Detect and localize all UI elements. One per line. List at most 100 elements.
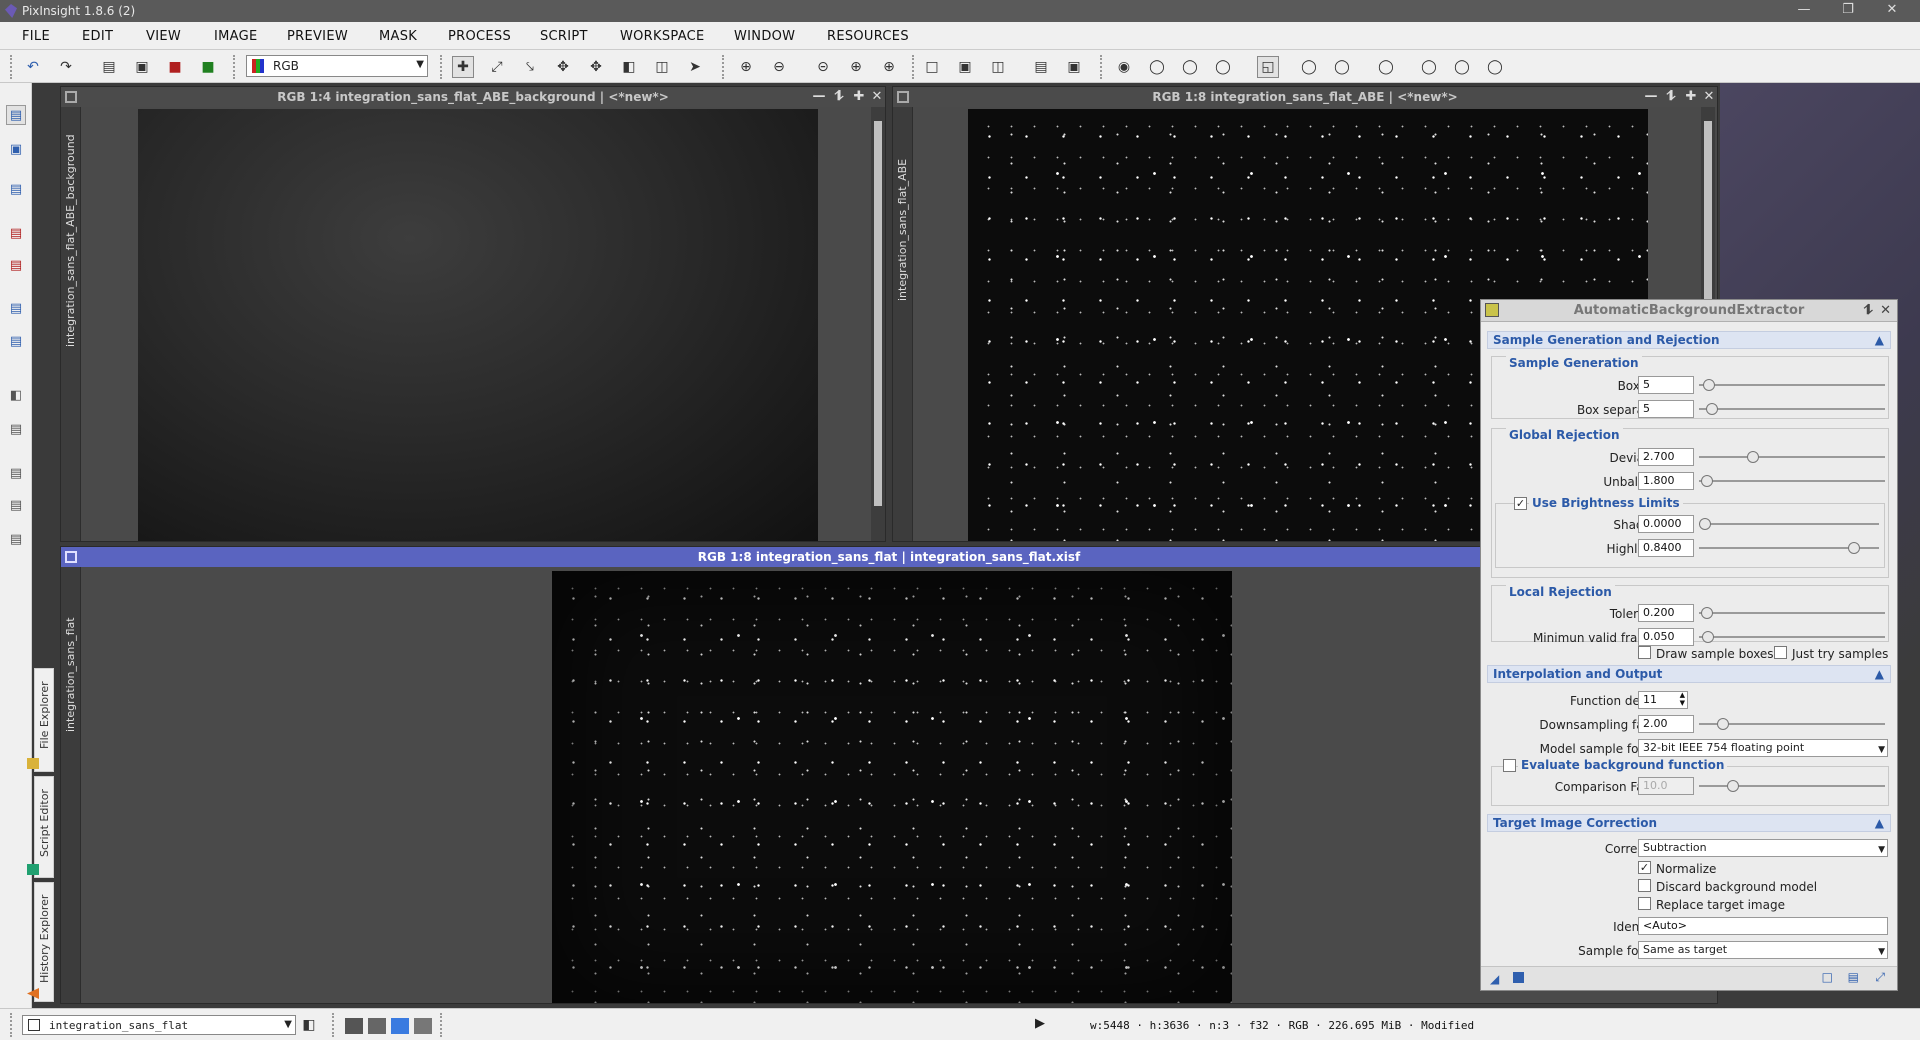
- menu-mask[interactable]: MASK: [379, 29, 417, 44]
- window-title[interactable]: RGB 1:8 integration_sans_flat_ABE | <*ne…: [893, 87, 1717, 107]
- unbalance-slider[interactable]: [1699, 474, 1885, 488]
- zoom-1-1-icon[interactable]: ⊝: [812, 56, 834, 78]
- view-selector-tab[interactable]: integration_sans_flat: [61, 567, 81, 1003]
- window-icon[interactable]: ◯: [1484, 56, 1506, 78]
- window-menu-icon[interactable]: [65, 91, 77, 103]
- shadows-field[interactable]: 0.0000: [1638, 515, 1694, 533]
- toolbar-grip[interactable]: [233, 55, 236, 79]
- source-image[interactable]: [552, 571, 1232, 1003]
- mask-icon[interactable]: ◯: [1298, 56, 1320, 78]
- tool-icon[interactable]: ▤: [6, 223, 26, 243]
- view-selector-combo[interactable]: integration_sans_flat ▼: [22, 1015, 296, 1035]
- minimize-icon[interactable]: —: [1782, 2, 1826, 20]
- restore-icon[interactable]: ❐: [1826, 2, 1870, 20]
- menu-view[interactable]: VIEW: [146, 29, 181, 44]
- comparison-field[interactable]: 10.0: [1638, 777, 1694, 795]
- toolbar-grip[interactable]: [1100, 55, 1103, 79]
- move-mode-icon[interactable]: ✥: [585, 56, 607, 78]
- evaluate-bg-checkbox[interactable]: [1503, 759, 1516, 772]
- shadows-slider[interactable]: [1699, 517, 1879, 531]
- panel-icon[interactable]: ▤: [6, 495, 26, 515]
- channel-select-icon[interactable]: ■: [197, 56, 219, 78]
- edit-instance-icon[interactable]: ▤: [1848, 970, 1859, 984]
- shade-icon[interactable]: ⥮: [1864, 300, 1873, 322]
- window-icon[interactable]: ◯: [1451, 56, 1473, 78]
- pan-mode-icon[interactable]: ⤥: [519, 56, 541, 78]
- panel-icon[interactable]: ◧: [6, 385, 26, 405]
- toolbar-grip[interactable]: [912, 55, 915, 79]
- tool-icon[interactable]: ▤: [6, 298, 26, 318]
- scrollbar-thumb[interactable]: [874, 121, 882, 506]
- file-explorer-tab[interactable]: File Explorer: [27, 668, 54, 772]
- tool-icon[interactable]: ▤: [6, 331, 26, 351]
- close-icon[interactable]: ✕: [869, 87, 885, 107]
- redo-icon[interactable]: ↷: [55, 56, 77, 78]
- script-editor-tab[interactable]: Script Editor: [27, 776, 54, 878]
- close-icon[interactable]: ✕: [1701, 87, 1717, 107]
- display-channel-icon[interactable]: [345, 1018, 363, 1034]
- history-explorer-tab[interactable]: History Explorer: [34, 882, 54, 1002]
- model-format-select[interactable]: 32-bit IEEE 754 floating point ▼: [1638, 739, 1888, 757]
- close-icon[interactable]: ✕: [1880, 300, 1891, 322]
- menu-file[interactable]: FILE: [22, 29, 50, 44]
- duplicate-image-icon[interactable]: ▣: [131, 56, 153, 78]
- identifier-field[interactable]: <Auto>: [1638, 917, 1888, 935]
- window-icon[interactable]: ◯: [1418, 56, 1440, 78]
- explorer-icon[interactable]: ▤: [6, 179, 26, 199]
- correction-select[interactable]: Subtraction ▼: [1638, 839, 1888, 857]
- draw-sample-boxes-checkbox[interactable]: [1638, 646, 1651, 659]
- normalize-checkbox[interactable]: ✓: [1638, 861, 1651, 874]
- deviation-field[interactable]: 2.700: [1638, 448, 1694, 466]
- maximize-window-icon[interactable]: ▣: [1063, 56, 1085, 78]
- unbalance-field[interactable]: 1.800: [1638, 472, 1694, 490]
- mask-icon[interactable]: ◯: [1375, 56, 1397, 78]
- discard-model-checkbox[interactable]: [1638, 879, 1651, 892]
- process-icon[interactable]: ◯: [1146, 56, 1168, 78]
- menu-image[interactable]: IMAGE: [214, 29, 258, 44]
- zoom-out-icon[interactable]: ⊖: [768, 56, 790, 78]
- panel-icon[interactable]: ▤: [6, 419, 26, 439]
- workspace-icon[interactable]: ▤: [6, 105, 26, 125]
- collapse-icon[interactable]: ▲: [1875, 666, 1884, 682]
- browse-doc-icon[interactable]: □: [1822, 970, 1833, 984]
- toolbar-grip[interactable]: [722, 55, 725, 79]
- close-icon[interactable]: ✕: [1870, 2, 1914, 20]
- view-selector-tab[interactable]: integration_sans_flat_ABE_background: [61, 107, 81, 541]
- view-selector-tab[interactable]: integration_sans_flat_ABE: [893, 107, 913, 541]
- maximize-icon[interactable]: ✚: [1683, 87, 1699, 107]
- menu-process[interactable]: PROCESS: [448, 29, 511, 44]
- min-valid-field[interactable]: 0.050: [1638, 628, 1694, 646]
- toolbar-grip[interactable]: [332, 1013, 335, 1037]
- menu-edit[interactable]: EDIT: [82, 29, 113, 44]
- optimal-fit-icon[interactable]: ◫: [987, 56, 1009, 78]
- fit-view-icon[interactable]: □: [921, 56, 943, 78]
- toolbar-grip[interactable]: [10, 55, 13, 79]
- shade-icon[interactable]: ⥮: [1663, 87, 1679, 107]
- center-mode-icon[interactable]: ✥: [552, 56, 574, 78]
- tolerance-slider[interactable]: [1699, 606, 1885, 620]
- menu-window[interactable]: WINDOW: [734, 29, 795, 44]
- minimize-icon[interactable]: —: [1643, 87, 1659, 107]
- background-model-image[interactable]: [138, 109, 818, 541]
- toolbar-grip[interactable]: [10, 1013, 13, 1037]
- window-menu-icon[interactable]: [65, 551, 77, 563]
- vertical-scrollbar[interactable]: [871, 107, 885, 541]
- readout-mode-icon[interactable]: ✚: [452, 56, 474, 78]
- display-channel-icon[interactable]: [368, 1018, 386, 1034]
- view-options-icon[interactable]: ◧: [298, 1014, 320, 1036]
- collapse-icon[interactable]: ▲: [1875, 815, 1884, 831]
- channel-combo[interactable]: RGB ▼: [246, 55, 428, 77]
- menu-script[interactable]: SCRIPT: [540, 29, 588, 44]
- box-separation-slider[interactable]: [1699, 402, 1885, 416]
- toolbar-grip[interactable]: [440, 1013, 443, 1037]
- box-size-field[interactable]: 5: [1638, 376, 1694, 394]
- image-window-background[interactable]: RGB 1:4 integration_sans_flat_ABE_backgr…: [60, 86, 886, 542]
- undo-icon[interactable]: ↶: [22, 56, 44, 78]
- abe-dialog-title[interactable]: AutomaticBackgroundExtractor ⥮ ✕: [1481, 300, 1897, 322]
- menu-preview[interactable]: PREVIEW: [287, 29, 348, 44]
- apply-icon[interactable]: [1513, 972, 1524, 983]
- dynamic-pointer-icon[interactable]: ➤: [684, 56, 706, 78]
- display-channel-icon[interactable]: [391, 1018, 409, 1034]
- section-sample-generation-rejection[interactable]: Sample Generation and Rejection ▲: [1487, 331, 1891, 349]
- panel-icon[interactable]: ▤: [6, 529, 26, 549]
